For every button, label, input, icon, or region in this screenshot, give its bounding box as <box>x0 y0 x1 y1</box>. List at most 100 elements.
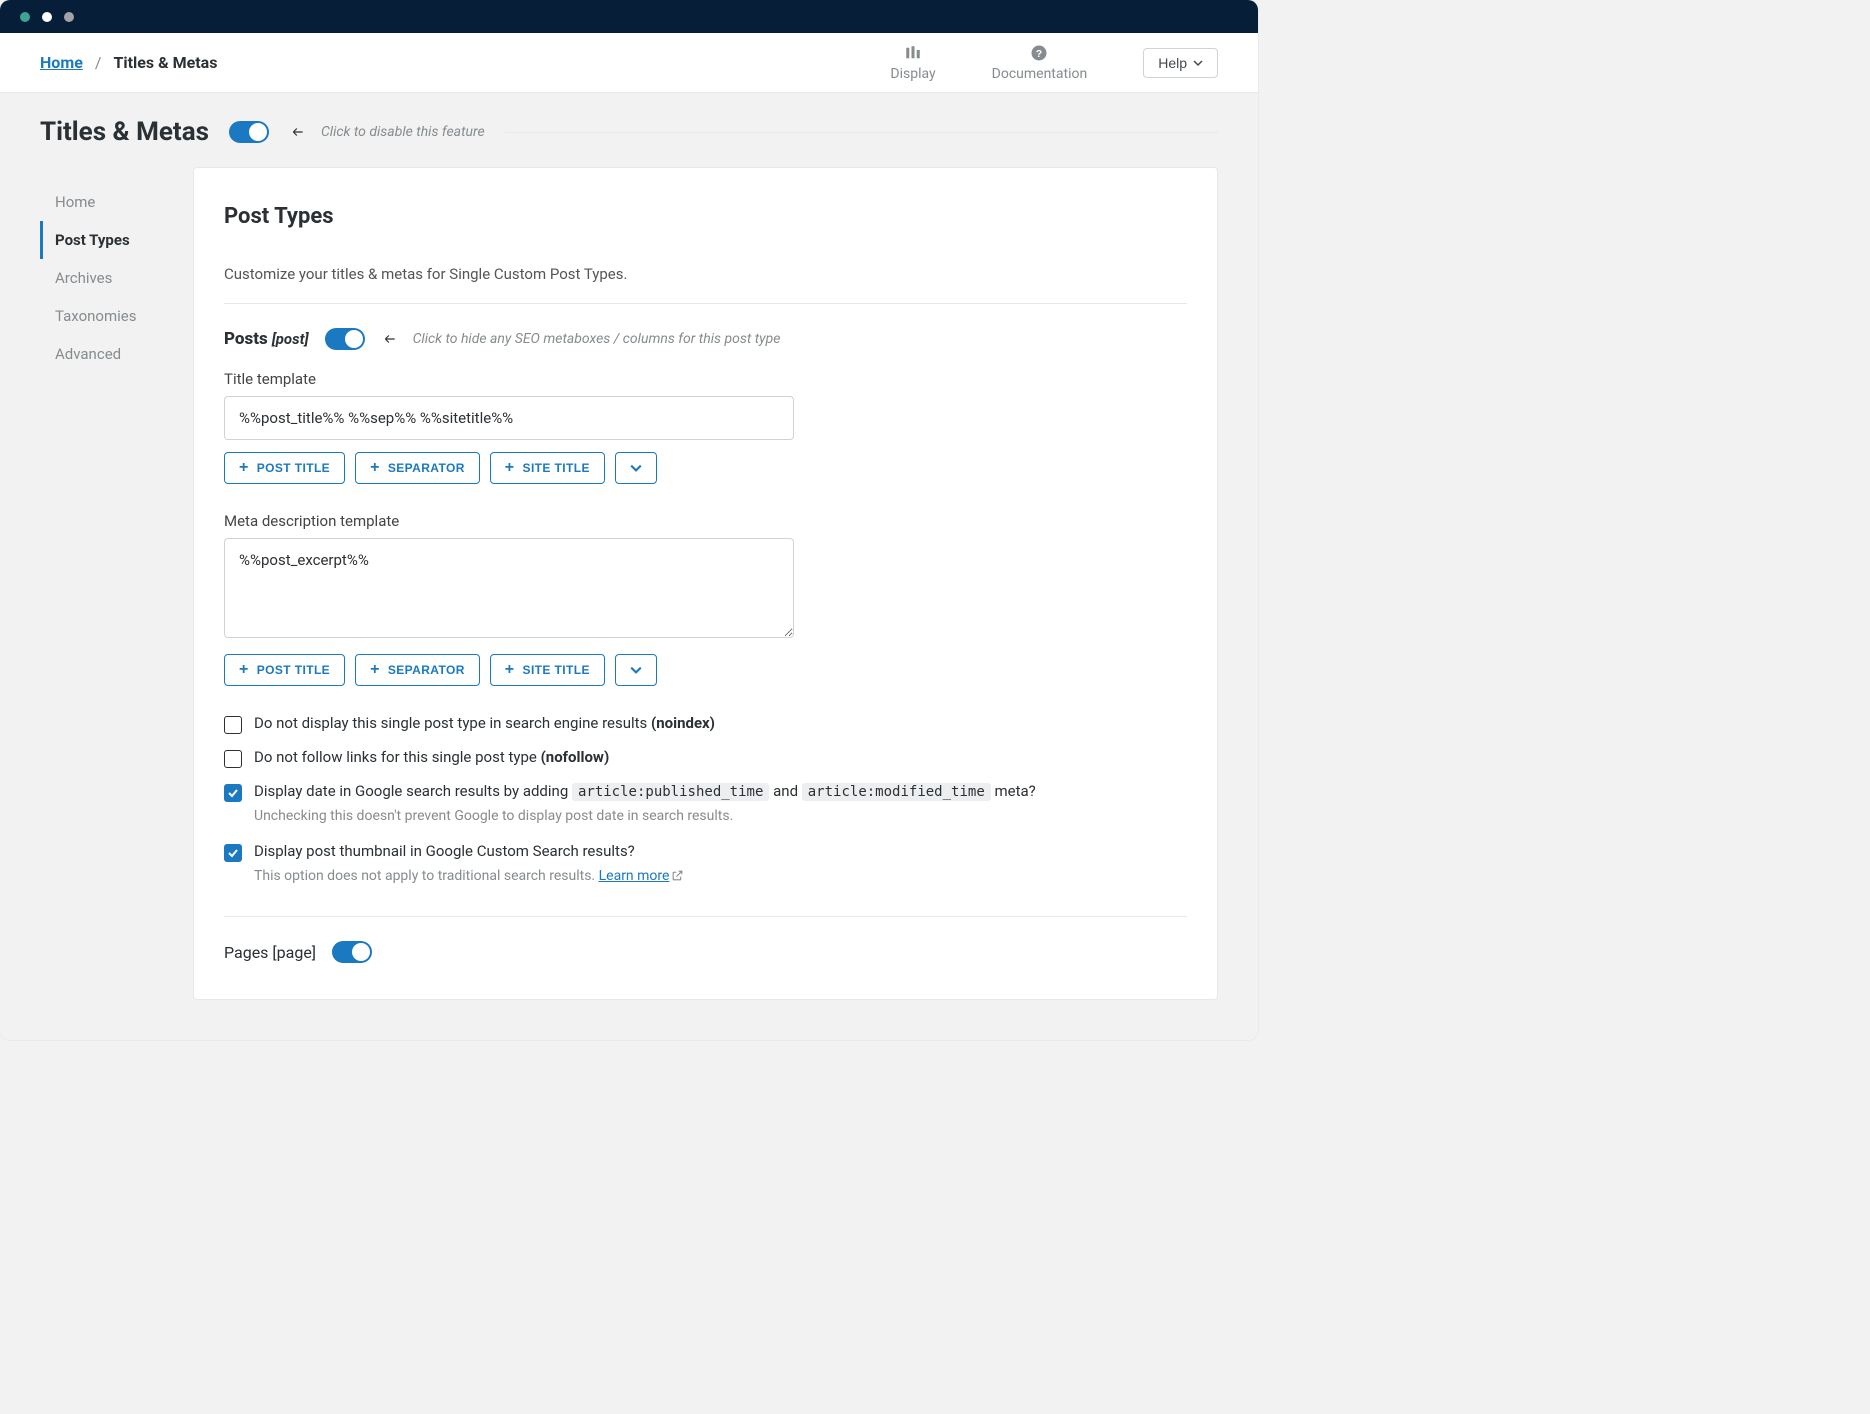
checkbox-nofollow[interactable] <box>224 750 242 768</box>
feature-toggle-hint: Click to disable this feature <box>289 124 485 140</box>
code: article:published_time <box>572 783 769 801</box>
chip-label: SEPARATOR <box>388 663 465 677</box>
plus-icon: + <box>370 462 380 474</box>
sidebar-item-home[interactable]: Home <box>40 183 193 221</box>
post-type-toggle-hint-text: Click to hide any SEO metaboxes / column… <box>413 331 781 347</box>
chip-separator[interactable]: + SEPARATOR <box>355 654 480 686</box>
check-date-note: Unchecking this doesn't prevent Google t… <box>254 808 1187 824</box>
post-type-title: Pages [page] <box>224 943 316 962</box>
help-button[interactable]: Help <box>1143 48 1218 78</box>
sidebar-item-label: Post Types <box>55 231 130 249</box>
checkbox-thumbnail[interactable] <box>224 844 242 862</box>
check-label: Display post thumbnail in Google Custom … <box>254 842 635 860</box>
meta-template-input[interactable] <box>224 538 794 638</box>
plus-icon: + <box>505 664 515 676</box>
window-minimize-dot[interactable] <box>42 12 52 22</box>
chip-label: SEPARATOR <box>388 461 465 475</box>
sidebar-item-advanced[interactable]: Advanced <box>40 335 193 373</box>
title-template-input[interactable] <box>224 396 794 440</box>
caret-down-icon <box>1193 58 1203 68</box>
columns-icon <box>904 44 922 62</box>
post-type-toggle-hint: Click to hide any SEO metaboxes / column… <box>381 331 781 347</box>
post-type-title: Posts [post] <box>224 329 309 349</box>
svg-text:?: ? <box>1036 47 1042 59</box>
chip-separator[interactable]: + SEPARATOR <box>355 452 480 484</box>
chip-more[interactable] <box>615 452 657 484</box>
plus-icon: + <box>239 664 249 676</box>
text-strong: (noindex) <box>651 714 715 732</box>
help-label: Help <box>1158 55 1187 71</box>
text: Do not display this single post type in … <box>254 714 651 732</box>
post-type-toggle[interactable] <box>325 328 365 350</box>
learn-more-link[interactable]: Learn more <box>599 868 670 884</box>
check-label: Do not display this single post type in … <box>254 714 715 732</box>
chip-post-title[interactable]: + POST TITLE <box>224 654 345 686</box>
check-date: Display date in Google search results by… <box>224 782 1187 802</box>
header-actions: Display ? Documentation Help <box>890 44 1218 82</box>
title-template-chips: +POST TITLE +SEPARATOR +SITE TITLE <box>224 452 1187 484</box>
post-type-header: Posts [post] Click to hide any SEO metab… <box>224 328 1187 350</box>
sidebar-item-post-types[interactable]: Post Types <box>40 221 193 259</box>
chip-site-title[interactable]: + SITE TITLE <box>490 654 605 686</box>
post-type-slug: [post] <box>272 330 309 348</box>
panel-heading: Post Types <box>224 204 1187 229</box>
check-icon <box>227 847 239 859</box>
check-thumbnail: Display post thumbnail in Google Custom … <box>224 842 1187 862</box>
question-circle-icon: ? <box>1030 44 1048 62</box>
post-type-name: Posts <box>224 329 268 349</box>
checkbox-noindex[interactable] <box>224 716 242 734</box>
panel-description: Customize your titles & metas for Single… <box>224 265 1187 283</box>
body: Home Post Types Archives Taxonomies Adva… <box>0 167 1258 1040</box>
documentation-label: Documentation <box>992 66 1088 82</box>
plus-icon: + <box>370 664 380 676</box>
window-maximize-dot[interactable] <box>64 12 74 22</box>
documentation-action[interactable]: ? Documentation <box>992 44 1088 82</box>
header: Home / Titles & Metas Display ? Document… <box>0 33 1258 93</box>
external-link-icon <box>671 869 684 886</box>
text: meta? <box>991 782 1036 800</box>
chip-site-title[interactable]: +SITE TITLE <box>490 452 605 484</box>
sidebar: Home Post Types Archives Taxonomies Adva… <box>40 167 193 373</box>
feature-toggle-hint-text: Click to disable this feature <box>321 124 485 140</box>
chip-label: POST TITLE <box>257 461 330 475</box>
display-label: Display <box>890 66 935 82</box>
sidebar-item-taxonomies[interactable]: Taxonomies <box>40 297 193 335</box>
post-type-toggle[interactable] <box>332 941 372 963</box>
display-action[interactable]: Display <box>890 44 935 82</box>
page-title: Titles & Metas <box>40 117 209 147</box>
sidebar-item-label: Home <box>55 193 95 211</box>
app-window: Home / Titles & Metas Display ? Document… <box>0 0 1258 1040</box>
breadcrumb: Home / Titles & Metas <box>40 53 217 72</box>
text-strong: (nofollow) <box>541 748 610 766</box>
divider <box>505 132 1218 133</box>
titlebar <box>0 0 1258 33</box>
meta-template-chips: + POST TITLE + SEPARATOR + SITE TITLE <box>224 654 1187 686</box>
chip-label: SITE TITLE <box>523 663 590 677</box>
chip-post-title[interactable]: +POST TITLE <box>224 452 345 484</box>
check-thumbnail-note: This option does not apply to traditiona… <box>254 868 1187 886</box>
check-label: Display date in Google search results by… <box>254 782 1036 800</box>
breadcrumb-home-link[interactable]: Home <box>40 53 83 72</box>
meta-template-label: Meta description template <box>224 512 1187 530</box>
main-panel: Post Types Customize your titles & metas… <box>193 167 1218 1000</box>
text: Display date in Google search results by… <box>254 782 572 800</box>
chip-label: POST TITLE <box>257 663 330 677</box>
text: Do not follow links for this single post… <box>254 748 541 766</box>
text: and <box>769 782 801 800</box>
check-nofollow: Do not follow links for this single post… <box>224 748 1187 768</box>
chip-more[interactable] <box>615 654 657 686</box>
sidebar-item-label: Taxonomies <box>55 307 136 325</box>
checkbox-date[interactable] <box>224 784 242 802</box>
post-type-name: Pages <box>224 943 268 962</box>
check-icon <box>227 787 239 799</box>
divider <box>224 303 1187 304</box>
code: article:modified_time <box>802 783 991 801</box>
check-noindex: Do not display this single post type in … <box>224 714 1187 734</box>
page-title-row: Titles & Metas Click to disable this fea… <box>0 93 1258 167</box>
next-post-type-header: Pages [page] <box>224 916 1187 963</box>
sidebar-item-archives[interactable]: Archives <box>40 259 193 297</box>
breadcrumb-current: Titles & Metas <box>113 53 217 72</box>
feature-toggle[interactable] <box>229 121 269 143</box>
plus-icon: + <box>505 462 515 474</box>
window-close-dot[interactable] <box>20 12 30 22</box>
